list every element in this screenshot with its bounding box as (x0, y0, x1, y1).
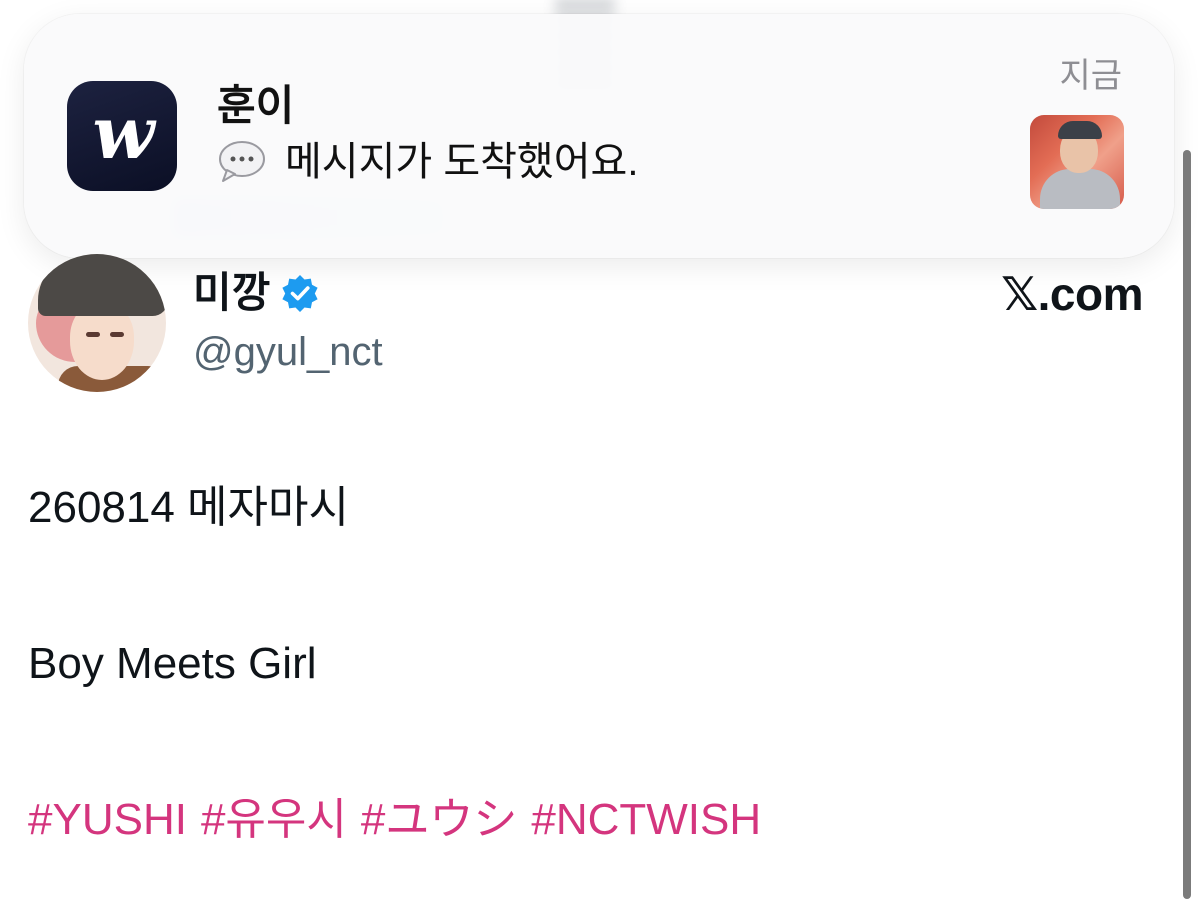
source-site-label: 𝕏.com (1001, 268, 1143, 320)
verified-badge-icon (280, 273, 320, 313)
user-handle[interactable]: @gyul_nct (193, 328, 383, 376)
weverse-app-icon: w (67, 81, 177, 191)
notification-time: 지금 (1059, 57, 1122, 95)
display-name-row[interactable]: 미깡 (193, 268, 320, 318)
avatar[interactable] (28, 254, 166, 392)
notification-banner[interactable]: w 훈이 메시지가 도착했어요. 지금 (24, 14, 1174, 258)
scrollbar[interactable] (1183, 150, 1191, 899)
notification-message: 메시지가 도착했어요. (285, 140, 639, 184)
hashtag-link[interactable]: #NCTWISH (531, 795, 761, 844)
speech-bubble-icon (217, 137, 267, 187)
hashtag-row: #YUSHI #유우시 #ユウシ #NCTWISH (28, 792, 775, 848)
tweet-text-line: Boy Meets Girl (28, 639, 317, 688)
notification-thumbnail (1030, 115, 1124, 209)
hashtag-link[interactable]: #유우시 (201, 795, 347, 844)
thumbnail-person-cap (1058, 121, 1102, 139)
hashtag-link[interactable]: #ユウシ (361, 795, 517, 844)
display-name[interactable]: 미깡 (193, 268, 270, 318)
hashtag-link[interactable]: #YUSHI (28, 795, 187, 844)
notification-sender: 훈이 (217, 82, 295, 129)
notification-message-row: 메시지가 도착했어요. (217, 134, 638, 190)
avatar-illustration-hat (38, 254, 166, 316)
tweet-text-line: 260814 메자마시 (28, 483, 349, 532)
avatar-illustration-eye (110, 332, 124, 337)
thumbnail-person-body (1040, 169, 1120, 209)
avatar-illustration-eye (86, 332, 100, 337)
